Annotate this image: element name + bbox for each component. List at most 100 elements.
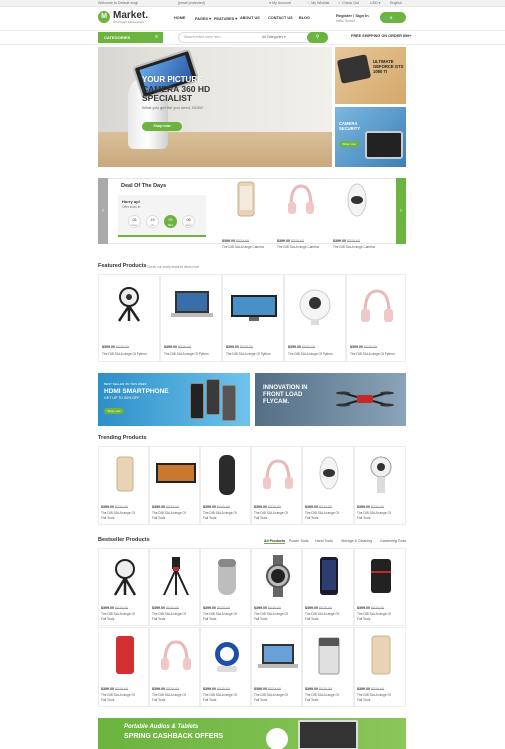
product-name[interactable]: The DIB SALA range Of: [254, 511, 288, 515]
bestseller-product-card[interactable]: $399.00$525.00 The DIB SALA range Of Fal…: [302, 548, 354, 626]
product-name[interactable]: The DIB SALA range Of Python: [226, 352, 271, 356]
price-old: $525.00: [115, 505, 128, 509]
price-current: $399.00: [101, 687, 114, 691]
search-button[interactable]: ⚲: [307, 32, 328, 43]
search-input[interactable]: Search entire store here...: [178, 32, 328, 43]
price-old: $525.00: [166, 687, 179, 691]
product-name[interactable]: The DIB SALA range Of: [357, 693, 391, 697]
nav-pages[interactable]: PAGES ▾: [195, 16, 211, 21]
bestseller-product-card[interactable]: $399.00$525.00 The DIB SALA range Of Fal…: [251, 548, 302, 626]
nav-contact-us[interactable]: CONTACT US: [268, 16, 293, 20]
categories-button[interactable]: CATEGORIES ≡: [98, 32, 163, 43]
product-price: $399.00$525.00: [101, 505, 128, 509]
product-name[interactable]: The DIB SALA range Of Python: [288, 352, 333, 356]
nav-blog[interactable]: BLOG: [299, 16, 310, 20]
product-name[interactable]: The DIB SALA range Of Python: [350, 352, 395, 356]
hero-line1: YOUR PICTURE: [142, 75, 203, 84]
tab-storage-cleaning[interactable]: Storage & Cleaning: [341, 539, 372, 543]
product-name[interactable]: The DIB SALA range Of: [254, 612, 288, 616]
deal-next-arrow[interactable]: ›: [396, 178, 406, 244]
product-name[interactable]: The DIB SALA range Of: [357, 511, 391, 515]
featured-product-card[interactable]: $399.00$525.00 The DIB SALA range Of Pyt…: [222, 274, 284, 362]
trending-product-card[interactable]: $399.00$525.00 The DIB SALA range Of Fal…: [200, 446, 251, 525]
side-banner-bottom[interactable]: CAMERA SECURITY Shop now: [335, 107, 406, 167]
featured-product-card[interactable]: $399.00$525.00 The DIB SALA range Of Pyt…: [284, 274, 346, 362]
bestseller-product-card[interactable]: $399.00$525.00 The DIB SALA range Of Fal…: [354, 627, 406, 707]
trending-product-card[interactable]: $399.00$525.00 The DIB SALA range Of Fal…: [251, 446, 302, 525]
promo-banner-flycam[interactable]: INNOVATION IN FRONT LOAD FLYCAM.: [255, 373, 406, 426]
product-name[interactable]: The DIB SALA range Of: [203, 693, 237, 697]
tab-gardening-tools[interactable]: Gardening Tools: [380, 539, 406, 543]
deal-product[interactable]: $399.00$525.00: [222, 180, 272, 243]
bestseller-product-card[interactable]: $399.00$525.00 The DIB SALA range Of Fal…: [302, 627, 354, 707]
promo-banner-smartphone[interactable]: BEST SELLER ON THIS WEEK HDMI SMARTPHONE…: [98, 373, 250, 426]
product-name[interactable]: The DIB SALA range Of: [203, 511, 237, 515]
hero-banner[interactable]: YOUR PICTURE CAMERA 360 HD SPECIALIST Wh…: [98, 47, 332, 167]
graphics-card-image: [336, 54, 372, 84]
nav-features[interactable]: FEATURES ▾: [214, 16, 237, 21]
deal-product[interactable]: $399.00$525.00: [277, 180, 327, 243]
deal-product[interactable]: $399.00$525.00: [333, 180, 383, 243]
deal-product-name[interactable]: The DIB SALA range Camera: [222, 245, 264, 249]
bestseller-product-card[interactable]: $399.00$525.00 The DIB SALA range Of Fal…: [149, 548, 200, 626]
product-name[interactable]: The DIB SALA range Of: [203, 612, 237, 616]
product-price: $399.00$525.00: [357, 687, 384, 691]
product-price: $399.00$525.00: [203, 687, 230, 691]
hero-shop-now-button[interactable]: Shop now: [142, 122, 182, 131]
logo-subtitle: Wholesale Marketplace: [113, 20, 145, 24]
language-select[interactable]: English: [390, 1, 402, 5]
tab-power-tools[interactable]: Power Tools: [289, 539, 309, 543]
product-name[interactable]: The DIB SALA range Of: [152, 612, 186, 616]
my-account-link[interactable]: ● My Account: [269, 1, 291, 5]
product-name-line2: Fall Tools: [357, 698, 371, 702]
bestseller-product-card[interactable]: $399.00$525.00 The DIB SALA range Of Fal…: [200, 627, 251, 707]
register-sign-in-link[interactable]: Register / Sign In: [336, 13, 369, 18]
nav-about-us[interactable]: ABOUT US: [240, 16, 260, 20]
product-name[interactable]: The DIB SALA range Of Python: [164, 352, 209, 356]
product-name[interactable]: The DIB SALA range Of: [152, 693, 186, 697]
tab-hand-tools[interactable]: Hand Tools: [315, 539, 333, 543]
nav-home[interactable]: HOME: [174, 16, 185, 20]
product-name[interactable]: The DIB SALA range Of: [357, 612, 391, 616]
product-name[interactable]: The DIB SALA range Of: [305, 612, 339, 616]
trending-product-card[interactable]: $399.00$525.00 The DIB SALA range Of Fal…: [98, 446, 149, 525]
my-wishlist-link[interactable]: ♡ My Wishlist: [307, 1, 329, 5]
price-current: $399.00: [254, 687, 267, 691]
banner-shop-now-button[interactable]: Shop now: [104, 408, 124, 414]
deal-product-name[interactable]: The DIB SALA range Camera: [277, 245, 319, 249]
trending-product-card[interactable]: $399.00$525.00 The DIB SALA range Of Fal…: [149, 446, 200, 525]
product-name[interactable]: The DIB SALA range Of: [305, 693, 339, 697]
email-link[interactable]: [email protected]: [178, 1, 205, 5]
deal-product-name[interactable]: The DIB SALA range Camera: [333, 245, 375, 249]
side-banner-top[interactable]: ULTIMATE GEFORCE GTX 1080 TI: [335, 47, 406, 104]
bestseller-product-card[interactable]: $399.00$525.00 The DIB SALA range Of Fal…: [98, 548, 149, 626]
cart-button[interactable]: 🛒 0: [380, 12, 406, 23]
bestseller-product-card[interactable]: $399.00$525.00 The DIB SALA range Of Fal…: [149, 627, 200, 707]
product-name[interactable]: The DIB SALA range Of Python: [102, 352, 147, 356]
checkout-link[interactable]: ✓ Check Out: [338, 1, 359, 5]
side-banner-bottom-button[interactable]: Shop now: [339, 141, 359, 147]
product-name[interactable]: The DIB SALA range Of: [101, 511, 135, 515]
featured-product-card[interactable]: $399.00$525.00 The DIB SALA range Of Pyt…: [346, 274, 406, 362]
bestseller-product-card[interactable]: $399.00$525.00 The DIB SALA range Of Fal…: [251, 627, 302, 707]
currency-select[interactable]: USD ▾: [370, 1, 380, 5]
tab-all-products[interactable]: All Products: [264, 539, 286, 544]
search-icon: ⚲: [315, 34, 320, 40]
product-name[interactable]: The DIB SALA range Of: [101, 693, 135, 697]
logo-icon[interactable]: M: [98, 11, 110, 23]
featured-product-card[interactable]: $399.00$525.00 The DIB SALA range Of Pyt…: [98, 274, 160, 362]
trending-product-card[interactable]: $399.00$525.00 The DIB SALA range Of Fal…: [354, 446, 406, 525]
product-name[interactable]: The DIB SALA range Of: [254, 693, 288, 697]
product-name[interactable]: The DIB SALA range Of: [305, 511, 339, 515]
bestseller-product-card[interactable]: $399.00$525.00 The DIB SALA range Of Fal…: [98, 627, 149, 707]
bestseller-product-card[interactable]: $399.00$525.00 The DIB SALA range Of Fal…: [200, 548, 251, 626]
featured-product-card[interactable]: $399.00$525.00 The DIB SALA range Of Pyt…: [160, 274, 222, 362]
search-category-select[interactable]: All Categories ▾: [262, 32, 286, 43]
bestseller-product-card[interactable]: $399.00$525.00 The DIB SALA range Of Fal…: [354, 548, 406, 626]
product-name[interactable]: The DIB SALA range Of: [152, 511, 186, 515]
product-name[interactable]: The DIB SALA range Of: [101, 612, 135, 616]
deal-prev-arrow[interactable]: ‹: [98, 178, 108, 244]
spring-cashback-banner[interactable]: Portable Audios & Tablets SPRING CASHBAC…: [98, 718, 406, 749]
trending-product-card[interactable]: $399.00$525.00 The DIB SALA range Of Fal…: [302, 446, 354, 525]
product-price: $399.00$525.00: [203, 606, 230, 610]
